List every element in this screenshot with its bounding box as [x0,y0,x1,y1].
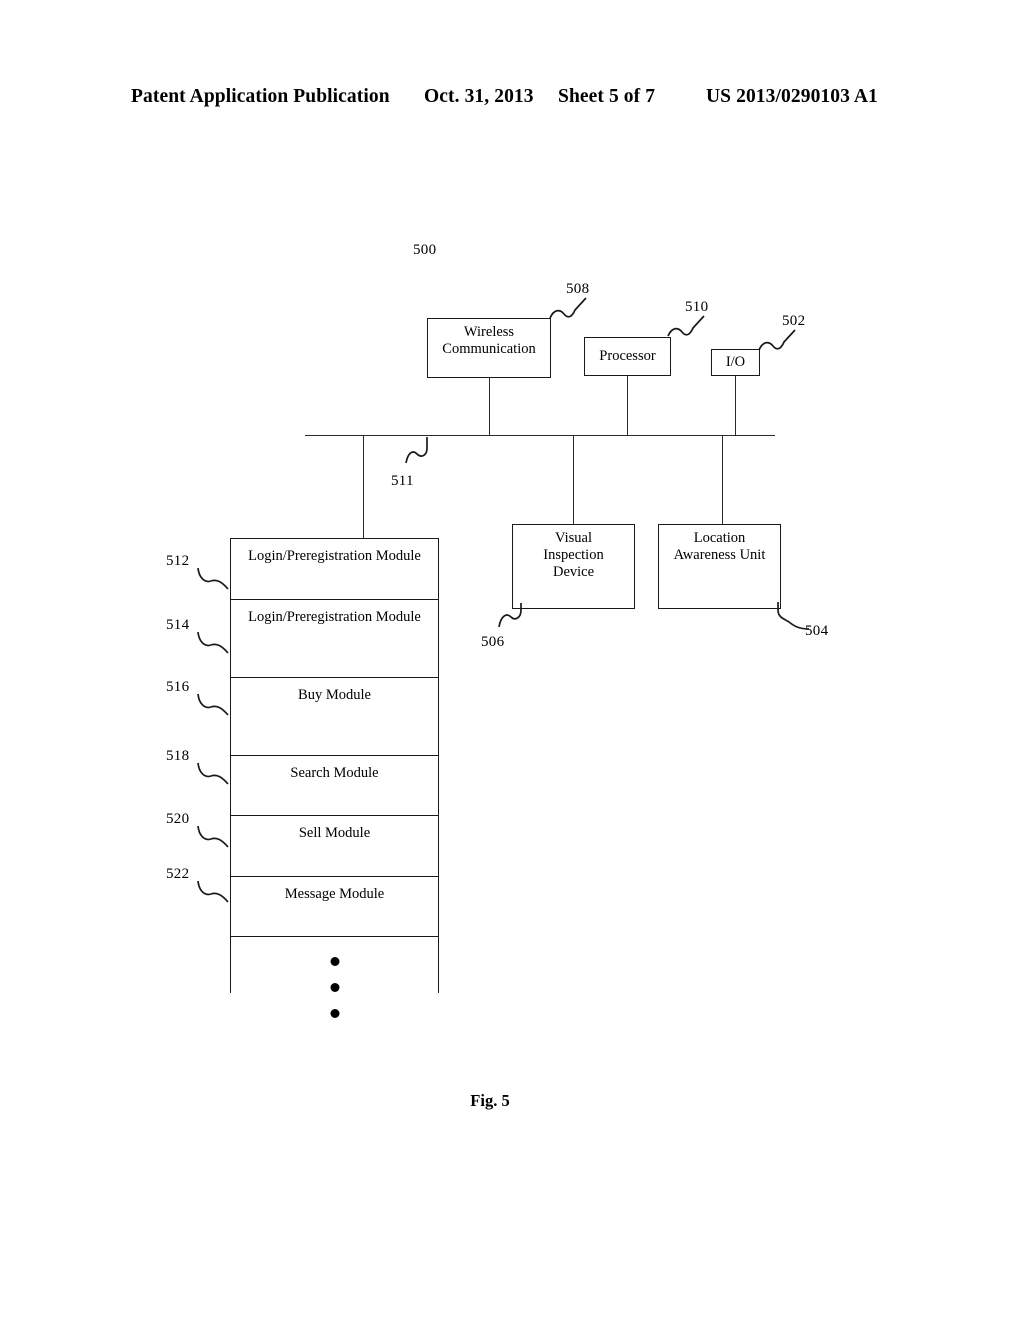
module-label-522: Message Module [284,885,385,902]
ref-number-506: 506 [481,634,505,650]
connector-io-to-bus [735,376,736,436]
connector-wireless-to-bus [489,378,490,436]
module-row-buy: Buy Module [231,678,438,756]
ref-number-522: 522 [166,866,190,882]
ellipsis-dot [330,983,339,992]
ref-number-511: 511 [391,473,414,489]
leader-line-506 [498,603,522,628]
module-row-message: Message Module [231,877,438,937]
leader-line-520 [197,825,229,848]
ref-number-518: 518 [166,748,190,764]
box-processor-label: Processor [599,347,656,364]
module-label-516: Buy Module [298,686,371,703]
box-processor: Processor [584,337,671,376]
module-label-520: Sell Module [298,825,371,841]
figure-caption-label: Fig. 5 [470,1091,510,1110]
leader-line-511 [405,437,428,464]
box-io: I/O [711,349,760,376]
ellipsis-dot [330,1009,339,1018]
module-label-512: Login/Preregistration Module [248,548,421,564]
patent-figure-page: Patent Application Publication Oct. 31, … [0,0,1024,1320]
connector-bus-to-location-awareness-unit [722,435,723,524]
leader-line-518 [197,762,229,785]
figure-caption: Fig. 5 [0,1091,1024,1111]
box-wireless-communication: Wireless Communication [427,318,551,378]
module-label-514: Login/Preregistration Module [248,608,421,625]
box-location-awareness-unit: Location Awareness Unit [658,524,781,609]
leader-line-514 [197,631,229,654]
box-io-label: I/O [725,353,746,370]
module-row-sell: Sell Module [231,816,438,877]
vertical-ellipsis-icon [330,957,339,1018]
connector-bus-to-visual-inspection-device [573,435,574,524]
leader-line-522 [197,880,229,903]
leader-line-510 [667,315,705,337]
module-label-518: Search Module [290,764,379,781]
box-visual-inspection-device-label: Visual Inspection Device [543,530,604,581]
box-visual-inspection-device: Visual Inspection Device [512,524,635,609]
ref-number-516: 516 [166,679,190,695]
leader-line-512 [197,567,229,590]
leader-line-504 [777,602,810,630]
leader-line-502 [758,329,796,351]
ref-number-514: 514 [166,617,190,633]
module-row-login-preregistration-2: Login/Preregistration Module [231,600,438,678]
leader-line-516 [197,693,229,716]
ref-number-512: 512 [166,553,190,569]
box-wireless-communication-label: Wireless Communication [442,324,536,358]
ellipsis-dot [330,957,339,966]
figure-diagram: 500 Wireless Communication Processor I/O … [0,0,1024,1320]
module-stack: Login/Preregistration Module Login/Prere… [230,538,439,1018]
system-bus-line [305,435,775,436]
connector-processor-to-bus [627,376,628,436]
module-row-search: Search Module [231,756,438,816]
connector-bus-to-module-stack [363,435,364,538]
leader-line-508 [549,297,587,319]
module-row-login-preregistration-1: Login/Preregistration Module [231,539,438,600]
box-location-awareness-unit-label: Location Awareness Unit [673,530,766,564]
ref-number-500: 500 [413,242,437,258]
module-row-continuation [231,937,438,1030]
ref-number-520: 520 [166,811,190,827]
